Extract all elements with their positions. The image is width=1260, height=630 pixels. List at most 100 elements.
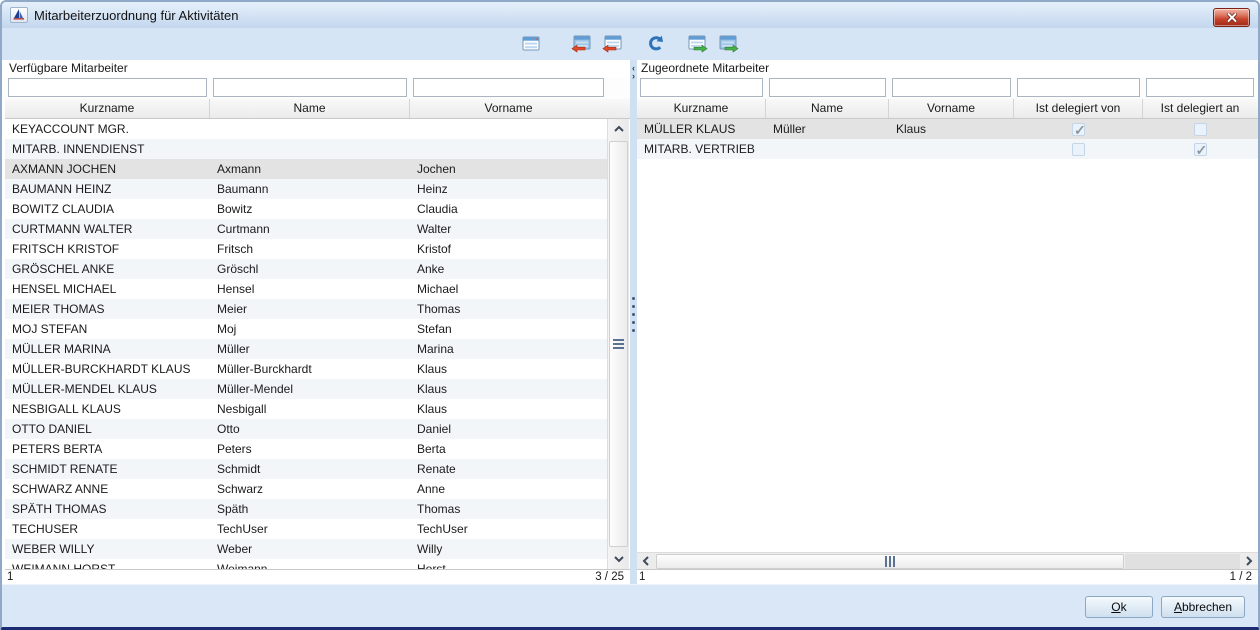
table-row[interactable]: WEIMANN HORSTWeimannHorst (5, 559, 607, 569)
filter-kurzname-input[interactable] (8, 78, 207, 97)
table-row[interactable]: GRÖSCHEL ANKEGröschlAnke (5, 259, 607, 279)
cell-kurzname: BOWITZ CLAUDIA (5, 199, 210, 219)
column-header-kurzname[interactable]: Kurzname (5, 99, 210, 118)
horizontal-scroll-track[interactable] (1125, 554, 1240, 569)
remove-all-button[interactable] (568, 31, 594, 57)
table-row[interactable]: FRITSCH KRISTOFFritschKristof (5, 239, 607, 259)
table-row[interactable]: MEIER THOMASMeierThomas (5, 299, 607, 319)
table-row[interactable]: AXMANN JOCHENAxmannJochen (5, 159, 607, 179)
window-button[interactable] (518, 31, 544, 57)
column-header-name[interactable]: Name (766, 99, 889, 118)
titlebar[interactable]: Mitarbeiterzuordnung für Aktivitäten (2, 2, 1258, 28)
cell-name: Nesbigall (210, 399, 410, 419)
close-button[interactable] (1213, 8, 1250, 27)
cell-name: Curtmann (210, 219, 410, 239)
table-row[interactable]: NESBIGALL KLAUSNesbigallKlaus (5, 399, 607, 419)
assign-all-icon (718, 34, 740, 54)
table-row[interactable]: WEBER WILLYWeberWilly (5, 539, 607, 559)
cell-kurzname: AXMANN JOCHEN (5, 159, 210, 179)
cancel-button[interactable]: Abbrechen (1161, 596, 1245, 618)
table-row[interactable]: BOWITZ CLAUDIABowitzClaudia (5, 199, 607, 219)
vertical-scroll-track[interactable] (608, 139, 629, 549)
horizontal-scrollbar[interactable] (637, 552, 1258, 569)
scroll-left-icon[interactable] (637, 553, 655, 569)
cell-name: Schwarz (210, 479, 410, 499)
table-row[interactable]: SPÄTH THOMASSpäthThomas (5, 499, 607, 519)
cell-vorname: Klaus (410, 399, 607, 419)
cell-ist-delegiert-an[interactable] (1143, 119, 1257, 139)
column-header-ist-delegiert-an[interactable]: Ist delegiert an (1143, 99, 1257, 118)
assign-selected-icon (687, 34, 709, 54)
cell-kurzname: OTTO DANIEL (5, 419, 210, 439)
cell-name: Gröschl (210, 259, 410, 279)
splitter-grip-icon (632, 297, 635, 332)
scroll-up-icon[interactable] (608, 119, 629, 139)
table-row[interactable]: SCHMIDT RENATESchmidtRenate (5, 459, 607, 479)
cell-kurzname: SCHWARZ ANNE (5, 479, 210, 499)
remove-all-icon (570, 34, 592, 54)
table-row[interactable]: MÜLLER-MENDEL KLAUSMüller-MendelKlaus (5, 379, 607, 399)
vertical-scrollbar[interactable] (607, 119, 629, 569)
column-header-vorname[interactable]: Vorname (410, 99, 607, 118)
cell-name (210, 139, 410, 159)
cell-name: Weber (210, 539, 410, 559)
table-row[interactable]: TECHUSERTechUserTechUser (5, 519, 607, 539)
table-row[interactable]: MÜLLER-BURCKHARDT KLAUSMüller-Burckhardt… (5, 359, 607, 379)
panel-splitter[interactable]: ‹ › (630, 60, 637, 584)
vertical-scroll-thumb[interactable] (609, 141, 628, 547)
scroll-right-icon[interactable] (1240, 553, 1258, 569)
cell-name (210, 119, 410, 139)
cell-name: Baumann (210, 179, 410, 199)
cell-name: Müller-Burckhardt (210, 359, 410, 379)
table-row[interactable]: SCHWARZ ANNESchwarzAnne (5, 479, 607, 499)
filter-name-input[interactable] (213, 78, 407, 97)
cell-kurzname: BAUMANN HEINZ (5, 179, 210, 199)
filter-vorname-input[interactable] (892, 78, 1011, 97)
cell-vorname: Horst (410, 559, 607, 569)
column-header-kurzname[interactable]: Kurzname (637, 99, 766, 118)
table-row[interactable]: HENSEL MICHAELHenselMichael (5, 279, 607, 299)
cell-vorname: Berta (410, 439, 607, 459)
cell-vorname: Claudia (410, 199, 607, 219)
collapse-right-icon[interactable]: › (632, 72, 635, 80)
filter-delegiert-von-input[interactable] (1017, 78, 1140, 97)
horizontal-scroll-thumb[interactable] (656, 554, 1124, 569)
column-header-vorname[interactable]: Vorname (889, 99, 1014, 118)
assign-all-button[interactable] (716, 31, 742, 57)
table-row[interactable]: MOJ STEFANMojStefan (5, 319, 607, 339)
available-employees-panel: Verfügbare Mitarbeiter Kurzname Name Vor… (2, 60, 630, 584)
table-row[interactable]: KEYACCOUNT MGR. (5, 119, 607, 139)
right-status-count: 1 / 2 (1230, 571, 1252, 583)
cell-ist-delegiert-von[interactable] (1014, 119, 1143, 139)
table-row[interactable]: MITARB. INNENDIENST (5, 139, 607, 159)
filter-kurzname-input[interactable] (640, 78, 763, 97)
table-row[interactable]: MITARB. VERTRIEB (637, 139, 1258, 159)
cell-ist-delegiert-von[interactable] (1014, 139, 1143, 159)
table-row[interactable]: CURTMANN WALTERCurtmannWalter (5, 219, 607, 239)
column-header-ist-delegiert-von[interactable]: Ist delegiert von (1014, 99, 1143, 118)
assign-selected-button[interactable] (685, 31, 711, 57)
filter-delegiert-an-input[interactable] (1146, 78, 1254, 97)
table-row[interactable]: MÜLLER MARINAMüllerMarina (5, 339, 607, 359)
column-header-name[interactable]: Name (210, 99, 410, 118)
left-filter-row (5, 77, 630, 99)
filter-vorname-input[interactable] (413, 78, 604, 97)
remove-selected-button[interactable] (599, 31, 625, 57)
table-row[interactable]: OTTO DANIELOttoDaniel (5, 419, 607, 439)
undo-button[interactable] (642, 31, 668, 57)
cell-kurzname: TECHUSER (5, 519, 210, 539)
cell-ist-delegiert-an[interactable] (1143, 139, 1257, 159)
filter-name-input[interactable] (769, 78, 886, 97)
scroll-down-icon[interactable] (608, 549, 629, 569)
cell-vorname: Anke (410, 259, 607, 279)
cell-vorname: TechUser (410, 519, 607, 539)
cell-vorname: Michael (410, 279, 607, 299)
table-row[interactable]: PETERS BERTAPetersBerta (5, 439, 607, 459)
cell-vorname: Anne (410, 479, 607, 499)
checked-checkbox-icon (1072, 123, 1085, 136)
table-row[interactable]: MÜLLER KLAUSMüllerKlaus (637, 119, 1258, 139)
cell-kurzname: CURTMANN WALTER (5, 219, 210, 239)
cell-kurzname: SPÄTH THOMAS (5, 499, 210, 519)
ok-button[interactable]: Ok (1085, 596, 1153, 618)
table-row[interactable]: BAUMANN HEINZBaumannHeinz (5, 179, 607, 199)
